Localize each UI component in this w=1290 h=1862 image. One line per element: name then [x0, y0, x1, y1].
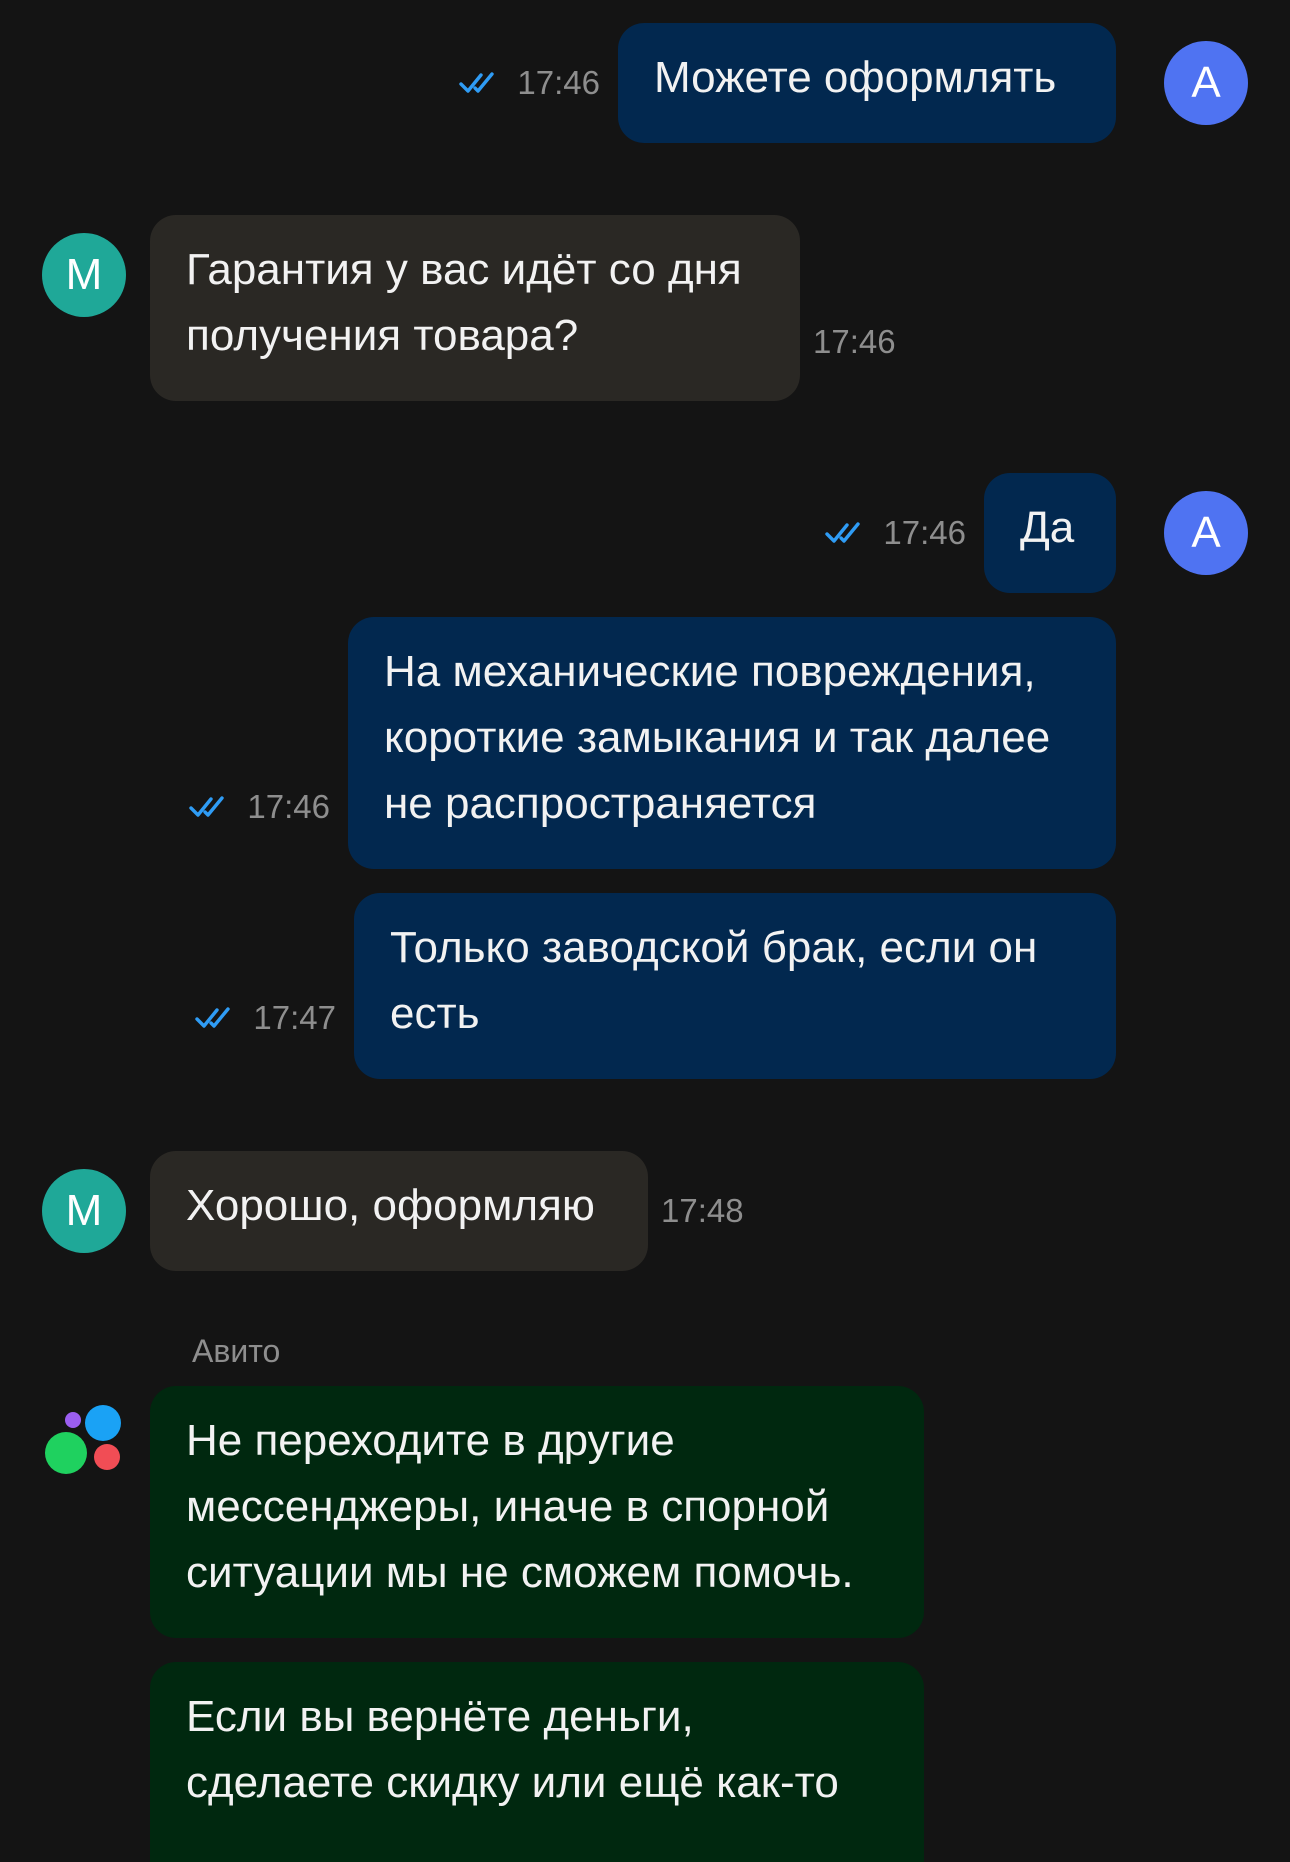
message-text: Да — [1020, 503, 1075, 552]
avatar-letter: М — [65, 1186, 103, 1235]
avatar-letter: А — [1191, 508, 1221, 557]
double-check-icon — [825, 522, 861, 543]
message-text: Не переходите в другие мессенджеры, инач… — [186, 1416, 854, 1597]
message-text: Хорошо, оформляю — [186, 1181, 595, 1230]
sender-name: Авито — [192, 1333, 281, 1369]
message-status: 17:46 — [459, 64, 600, 102]
avatar-letter: А — [1191, 58, 1221, 107]
avatar[interactable]: А — [1164, 491, 1248, 575]
avatar-letter: М — [65, 250, 103, 299]
message-text: На механические повреждения, короткие за… — [384, 647, 1051, 828]
message-time: 17:46 — [813, 323, 896, 360]
message-time: 17:48 — [661, 1192, 744, 1229]
message-text: Если вы вернёте деньги, сделаете скидку … — [186, 1692, 839, 1807]
avatar[interactable]: М — [42, 233, 126, 317]
message-text: Гарантия у вас идёт со дня получения тов… — [186, 245, 742, 360]
message-text: Можете оформлять — [654, 53, 1057, 102]
avatar[interactable]: А — [1164, 41, 1248, 125]
double-check-icon — [459, 72, 495, 93]
message-status: 17:46 — [825, 514, 966, 552]
system-message[interactable]: Не переходите в другие мессенджеры, инач… — [150, 1386, 924, 1638]
message-status: 17:46 — [189, 788, 330, 826]
double-check-icon — [195, 1007, 231, 1028]
message-status: 17:47 — [195, 999, 336, 1037]
outgoing-message[interactable]: Только заводской брак, если он есть — [354, 893, 1116, 1079]
system-message[interactable]: Если вы вернёте деньги, сделаете скидку … — [150, 1662, 924, 1862]
message-text: Только заводской брак, если он есть — [390, 923, 1038, 1038]
message-time: 17:46 — [517, 64, 600, 101]
message-status: 17:46 — [813, 323, 896, 361]
outgoing-message[interactable]: Можете оформлять — [618, 23, 1116, 143]
outgoing-message[interactable]: Да — [984, 473, 1116, 593]
double-check-icon — [189, 796, 225, 817]
message-status: 17:48 — [661, 1192, 744, 1230]
message-time: 17:46 — [883, 514, 966, 551]
message-time: 17:47 — [253, 999, 336, 1036]
message-time: 17:46 — [247, 788, 330, 825]
avatar[interactable]: М — [42, 1169, 126, 1253]
avito-logo-icon — [45, 1405, 121, 1474]
incoming-message[interactable]: Хорошо, оформляю — [150, 1151, 648, 1271]
incoming-message[interactable]: Гарантия у вас идёт со дня получения тов… — [150, 215, 800, 401]
outgoing-message[interactable]: На механические повреждения, короткие за… — [348, 617, 1116, 869]
